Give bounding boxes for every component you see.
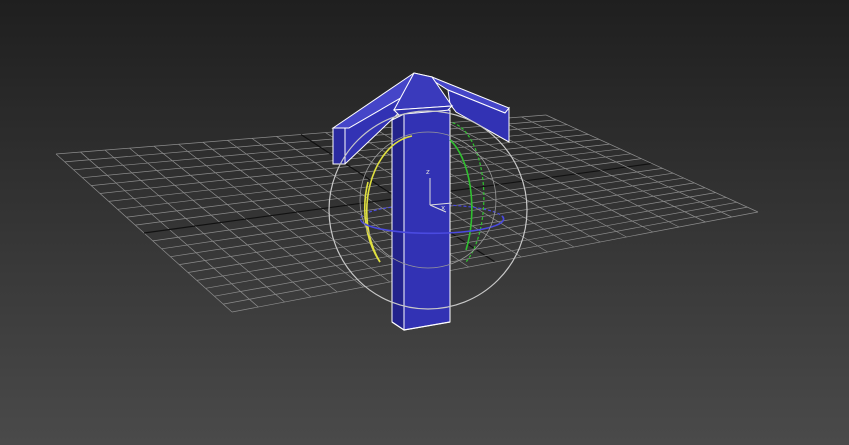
viewport-canvas[interactable]: z x (0, 0, 849, 445)
axis-label-z: z (426, 168, 430, 176)
3d-viewport[interactable]: z x (0, 0, 849, 445)
shaft-side-face[interactable] (391, 113, 405, 331)
axis-label-x: x (441, 204, 445, 212)
shaft-front-face[interactable] (403, 109, 451, 331)
